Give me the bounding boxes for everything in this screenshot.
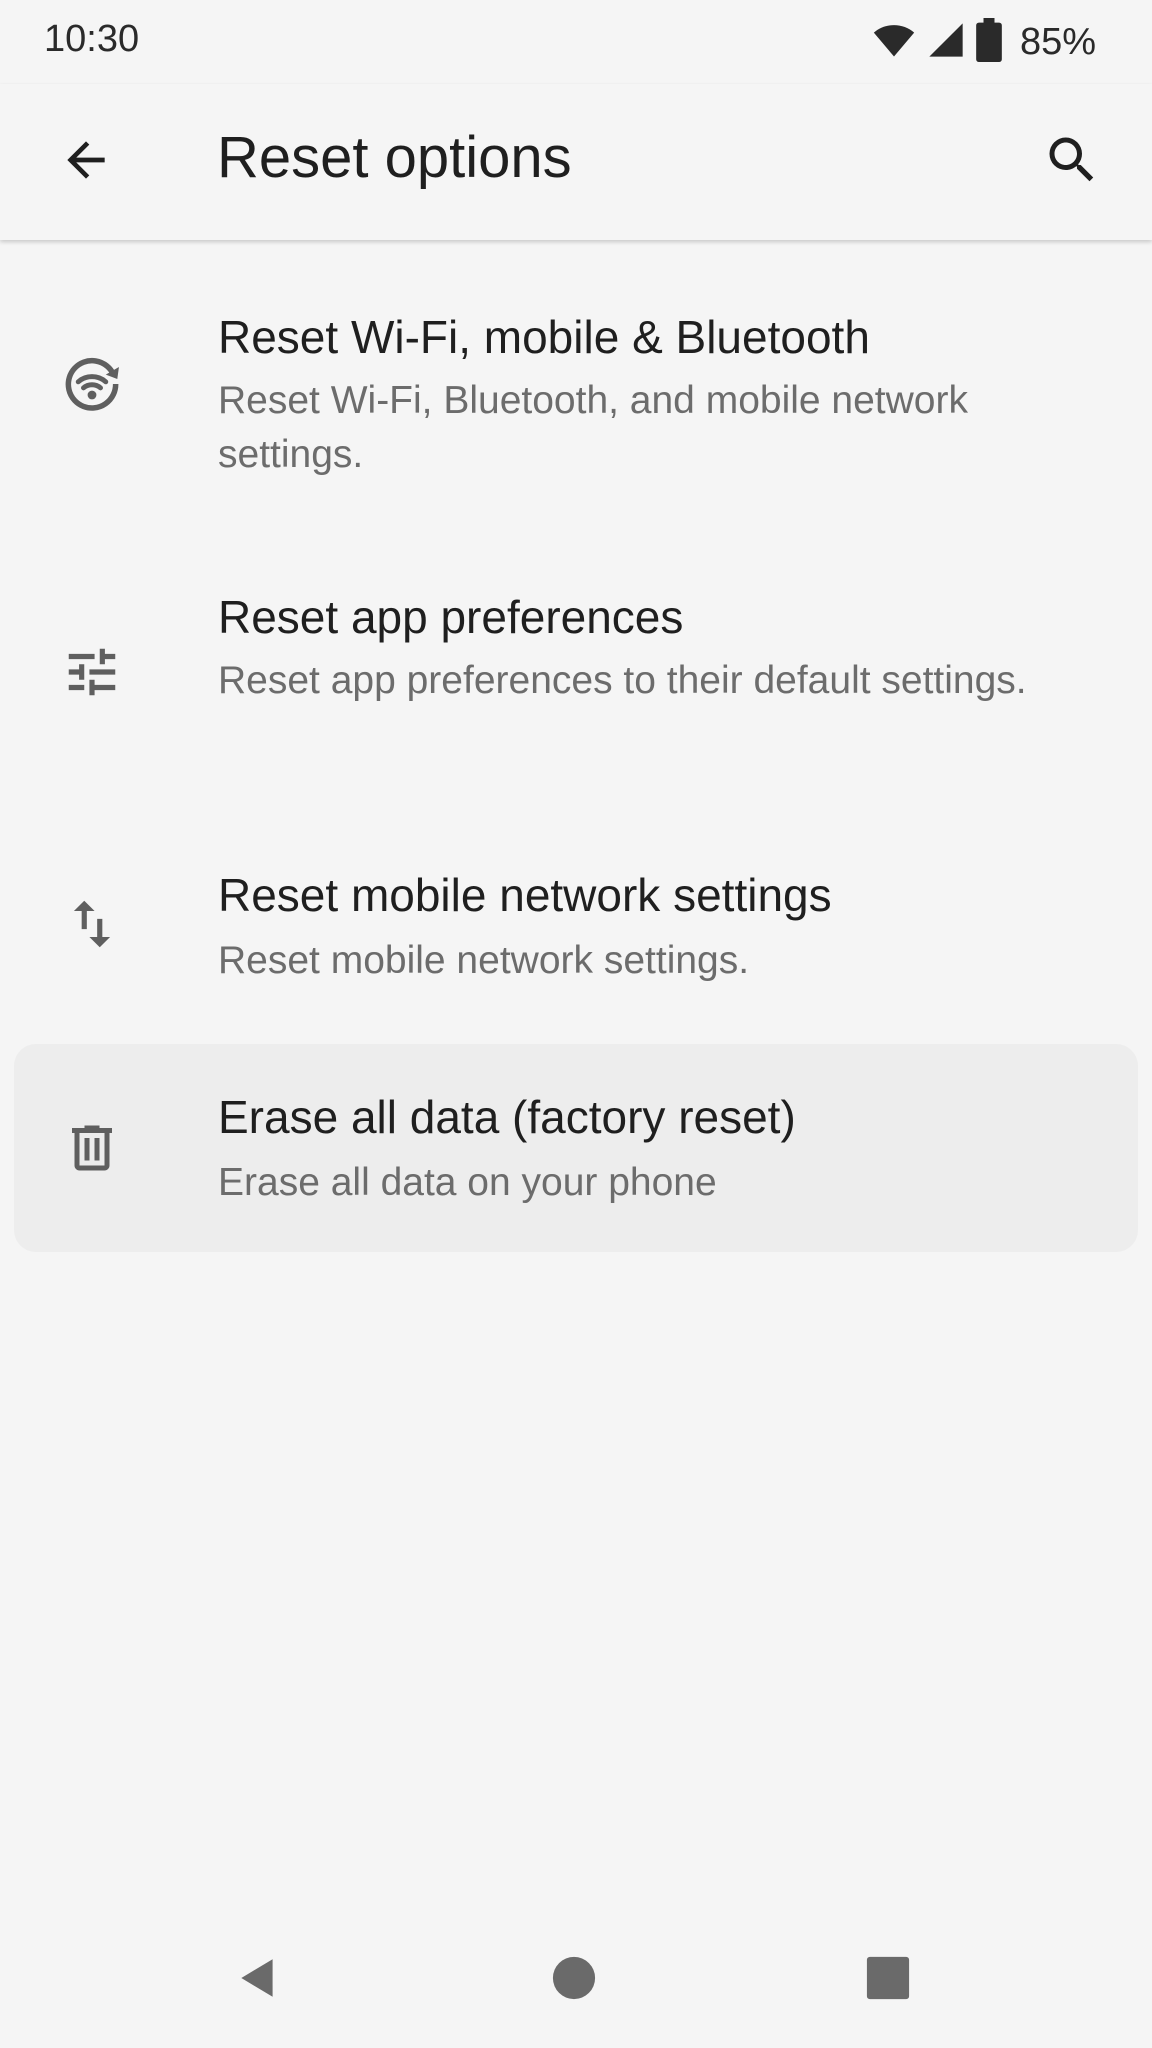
item-title: Reset app preferences	[218, 591, 684, 643]
item-title: Erase all data (factory reset)	[218, 1091, 796, 1143]
status-time: 10:30	[44, 18, 140, 60]
status-icons: 85%	[872, 18, 1096, 67]
list-item-reset-wifi[interactable]: Reset Wi-Fi, mobile & Bluetooth Reset Wi…	[14, 290, 1138, 510]
tune-sliders-icon	[50, 630, 134, 714]
list-item-factory-reset[interactable]: Erase all data (factory reset) Erase all…	[14, 1044, 1138, 1252]
item-title: Reset mobile network settings	[218, 869, 832, 921]
page-title: Reset options	[217, 125, 572, 190]
back-button[interactable]	[44, 120, 128, 204]
nav-home-button[interactable]	[534, 1940, 614, 2020]
search-icon	[1042, 130, 1102, 195]
item-title: Reset Wi-Fi, mobile & Bluetooth	[218, 311, 870, 363]
reset-wifi-icon	[50, 342, 134, 426]
navigation-bar	[0, 1910, 1152, 2048]
app-bar: Reset options	[0, 84, 1152, 240]
nav-recents-button[interactable]	[848, 1940, 928, 2020]
battery-percent: 85%	[1019, 21, 1096, 63]
list-item-reset-mobile-network[interactable]: Reset mobile network settings Reset mobi…	[14, 852, 1138, 1020]
list-item-reset-app-preferences[interactable]: Reset app preferences Reset app preferen…	[14, 570, 1138, 790]
arrow-back-icon	[58, 132, 114, 193]
status-bar: 10:30 85%	[0, 0, 1152, 84]
home-circle-icon	[551, 1955, 597, 2006]
nav-back-button[interactable]	[218, 1940, 298, 2020]
recents-square-icon	[865, 1955, 911, 2006]
wifi-icon	[872, 18, 916, 67]
swap-vertical-icon	[50, 882, 134, 966]
trash-icon	[50, 1106, 134, 1190]
back-triangle-icon	[233, 1953, 283, 2008]
cell-signal-icon	[926, 20, 966, 65]
item-summary: Reset Wi-Fi, Bluetooth, and mobile netwo…	[218, 379, 968, 476]
item-summary: Reset mobile network settings.	[218, 939, 750, 982]
search-button[interactable]	[1030, 120, 1114, 204]
item-summary: Reset app preferences to their default s…	[218, 659, 1027, 702]
battery-icon	[976, 18, 1002, 67]
item-summary: Erase all data on your phone	[218, 1161, 717, 1204]
